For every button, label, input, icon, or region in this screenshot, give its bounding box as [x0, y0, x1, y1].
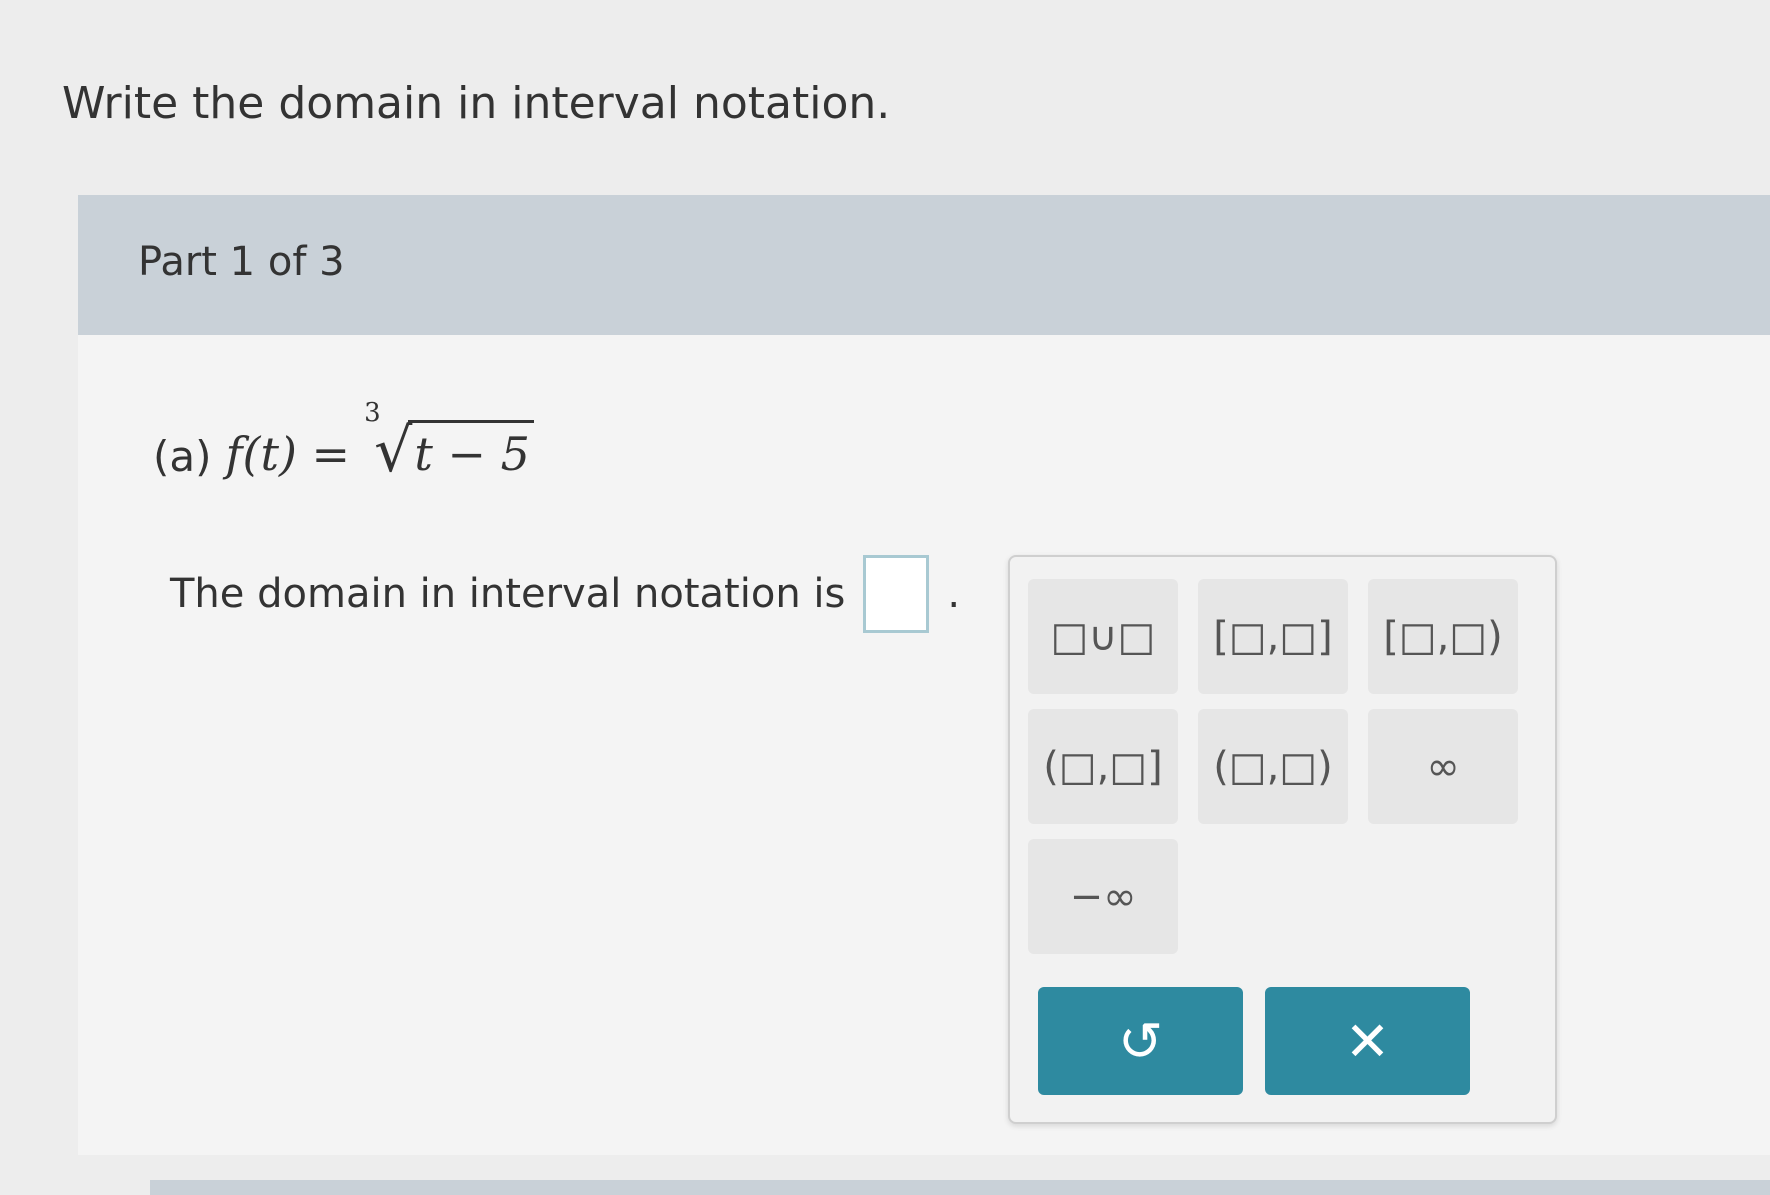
infinity-key[interactable]: ∞	[1368, 709, 1518, 824]
instruction-text: Write the domain in interval notation.	[62, 78, 891, 129]
radicand: t − 5	[408, 420, 534, 481]
closed-open-interval-key[interactable]: [□,□)	[1368, 579, 1518, 694]
answer-line: The domain in interval notation is .	[170, 555, 960, 633]
open-open-interval-key[interactable]: (□,□)	[1198, 709, 1348, 824]
union-key[interactable]: □∪□	[1028, 579, 1178, 694]
cube-root: 3 √ t − 5	[364, 398, 534, 486]
bottom-divider	[150, 1180, 1770, 1195]
answer-label: The domain in interval notation is	[170, 571, 846, 617]
negative-infinity-key[interactable]: −∞	[1028, 839, 1178, 954]
close-icon: ✕	[1344, 1009, 1391, 1073]
open-closed-interval-key[interactable]: (□,□]	[1028, 709, 1178, 824]
answer-input[interactable]	[863, 555, 930, 633]
root-index: 3	[364, 398, 381, 428]
math-palette: □∪□ [□,□] [□,□) (□,□] (□,□) ∞ −∞ ↺ ✕	[1008, 555, 1557, 1124]
part-label: Part 1 of 3	[138, 239, 345, 285]
problem-prefix: (a)	[153, 432, 212, 481]
undo-button[interactable]: ↺	[1038, 987, 1243, 1095]
closed-closed-interval-key[interactable]: [□,□]	[1198, 579, 1348, 694]
clear-button[interactable]: ✕	[1265, 987, 1470, 1095]
part-header: Part 1 of 3	[78, 195, 1770, 335]
radical-sign-icon: √	[374, 416, 413, 486]
problem-statement: (a) f(t) = 3 √ t − 5	[153, 398, 534, 486]
undo-icon: ↺	[1117, 1009, 1164, 1073]
question-panel: Part 1 of 3 (a) f(t) = 3 √ t − 5 The dom…	[78, 195, 1770, 1155]
answer-period: .	[947, 571, 961, 617]
function-lhs: f(t) =	[225, 427, 351, 481]
